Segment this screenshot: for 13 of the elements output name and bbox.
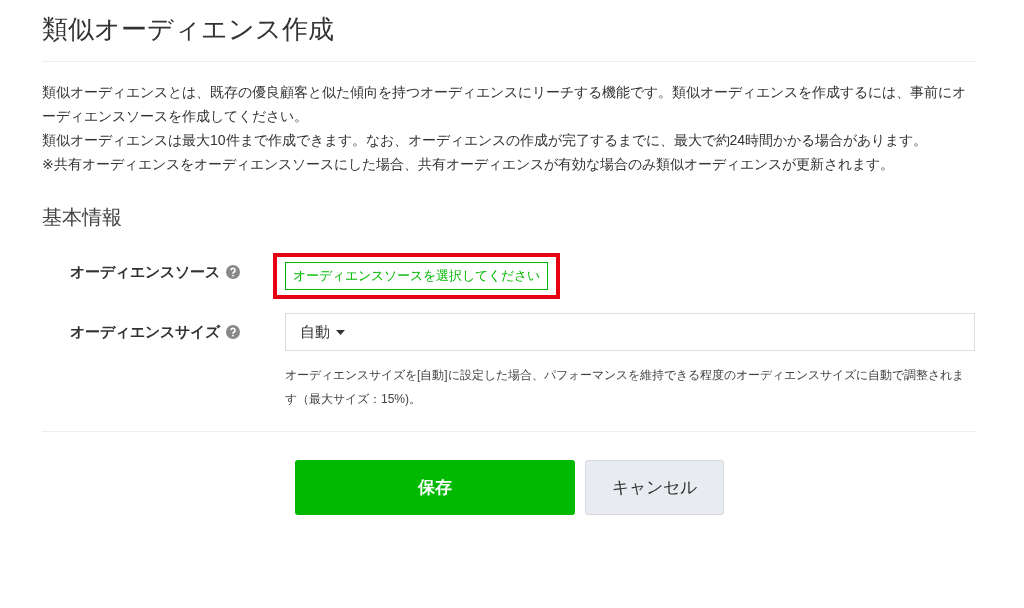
description-text: ※共有オーディエンスをオーディエンスソースにした場合、共有オーディエンスが有効な場合のみ類似オーディエンスが更新されます。 (42, 155, 895, 174)
help-icon[interactable] (226, 265, 240, 279)
field-label: オーディエンスサイズ (70, 322, 220, 342)
description-text: 類似オーディエンスとは、既存の優良顧客と似た傾向を持つオーディエンスにリーチする機能です。類似オーディエンスを作成するには、事前にオーディエンスソースを作成してください。 (42, 83, 967, 126)
description-text: 類似オーディエンスは最大10件まで作成できます。なお、オーディエンスの作成が完了するまでに、最大で約24時間かかる場合があります。 (42, 131, 929, 150)
section-title: 基本情報 (42, 205, 123, 230)
help-icon[interactable] (226, 325, 240, 339)
cancel-button[interactable]: キャンセル (584, 460, 724, 515)
size-dropdown[interactable]: 自動 (285, 313, 975, 351)
field-label: オーディエンスソース (70, 262, 220, 282)
help-text: オーディエンスサイズを[自動]に設定した場合、パフォーマンスを維持できる程度のオーディエンスサイズに自動で調整されます（最大サイズ：15%)。 (285, 367, 965, 408)
page-title: 類似オーディエンス作成 (42, 0, 976, 62)
caret-icon (336, 329, 345, 335)
